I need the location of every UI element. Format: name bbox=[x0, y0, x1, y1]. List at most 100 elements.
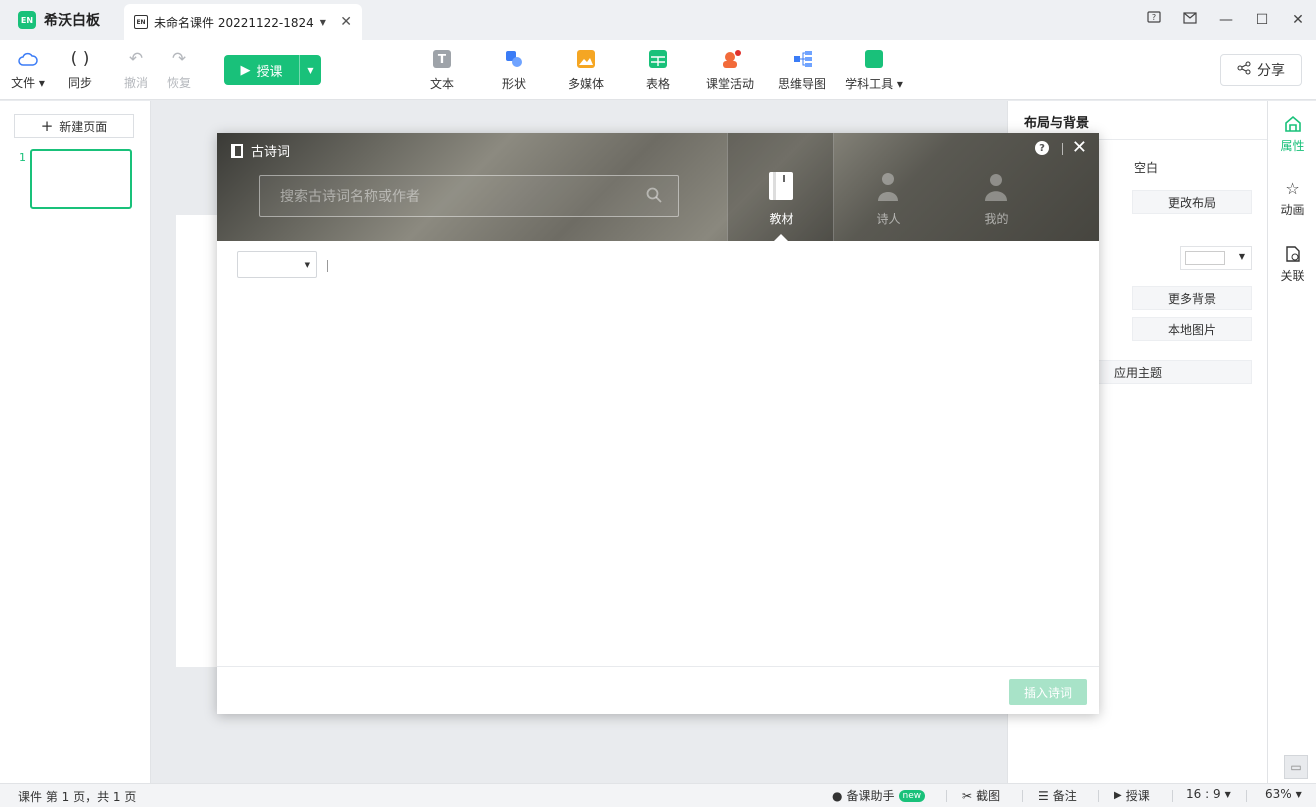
caret-down-icon: ▼ bbox=[1295, 789, 1302, 799]
tab-poets[interactable]: 诗人 bbox=[835, 133, 942, 241]
tab-link-label: 关联 bbox=[1280, 269, 1305, 283]
poetry-search-input[interactable] bbox=[280, 186, 620, 208]
tab-link[interactable]: 关联 bbox=[1268, 245, 1316, 284]
more-backgrounds-button[interactable]: 更多背景 bbox=[1132, 286, 1252, 310]
divider bbox=[327, 260, 328, 272]
search-icon[interactable] bbox=[646, 187, 662, 203]
caret-down-icon: ▼ bbox=[1224, 789, 1231, 799]
window-controls: ? — ☐ ✕ bbox=[1136, 0, 1316, 40]
tab-properties[interactable]: 属性 bbox=[1268, 115, 1316, 154]
tab-textbook-label: 教材 bbox=[769, 212, 794, 226]
side-tab-strip: 属性 ☆ 动画 关联 ▭ bbox=[1267, 101, 1316, 783]
activity-icon bbox=[721, 50, 741, 68]
page-info: 课件 第 1 页，共 1 页 bbox=[18, 790, 137, 804]
insert-media-button[interactable]: 多媒体 bbox=[554, 50, 618, 92]
toolbar: 文件 ▾ ( ) 同步 ↶ 撤消 ↷ 恢复 ▶ 授课 ▼ T 文本 形状 多媒体 … bbox=[0, 40, 1316, 100]
local-image-button[interactable]: 本地图片 bbox=[1132, 317, 1252, 341]
aspect-ratio-select[interactable]: 16 : 9 ▼ bbox=[1186, 787, 1231, 801]
properties-title: 布局与背景 bbox=[1024, 116, 1090, 131]
insert-activity-button[interactable]: 课堂活动 bbox=[698, 50, 762, 92]
mail-icon[interactable] bbox=[1172, 12, 1208, 28]
assistant-label: 备课助手 bbox=[846, 789, 895, 803]
sync-button[interactable]: ( ) 同步 bbox=[58, 48, 102, 91]
aspect-ratio-value: 16 : 9 bbox=[1186, 787, 1221, 801]
insert-mindmap-button[interactable]: 思维导图 bbox=[770, 50, 834, 92]
chat-icon[interactable]: ▭ bbox=[1284, 755, 1308, 779]
zoom-select[interactable]: 63% ▼ bbox=[1265, 787, 1302, 801]
share-button[interactable]: 分享 bbox=[1220, 54, 1302, 86]
insert-table-button[interactable]: 表格 bbox=[626, 50, 690, 92]
tab-textbook[interactable]: 教材 bbox=[727, 133, 834, 241]
app-name: 希沃白板 bbox=[44, 13, 100, 29]
share-label: 分享 bbox=[1257, 63, 1285, 79]
dialog-title: 古诗词 bbox=[251, 145, 291, 160]
close-tab-icon[interactable]: ✕ bbox=[340, 14, 352, 30]
lesson-assistant-button[interactable]: ● 备课助手 new bbox=[832, 787, 926, 804]
tab-mine[interactable]: 我的 bbox=[943, 133, 1050, 241]
user-icon bbox=[985, 174, 1007, 201]
teach-dropdown-icon[interactable]: ▼ bbox=[300, 55, 321, 85]
caret-down-icon: ▼ bbox=[1238, 252, 1245, 261]
robot-icon: ● bbox=[832, 788, 843, 803]
text-icon: T bbox=[433, 50, 451, 68]
page-thumbnail[interactable] bbox=[30, 149, 132, 209]
divider bbox=[1246, 790, 1247, 802]
grade-select[interactable]: ▼ bbox=[237, 251, 317, 278]
subject-tools-label: 学科工具 bbox=[845, 77, 894, 91]
cloud-icon bbox=[6, 48, 50, 70]
sync-icon: ( ) bbox=[70, 49, 90, 69]
play-icon: ▶ bbox=[1114, 790, 1122, 801]
star-icon: ☆ bbox=[1285, 179, 1300, 198]
notes-button[interactable]: ☰ 备注 bbox=[1038, 787, 1077, 804]
insert-shape-button[interactable]: 形状 bbox=[482, 50, 546, 92]
tab-animation[interactable]: ☆ 动画 bbox=[1268, 179, 1316, 218]
background-color-select[interactable]: ▼ bbox=[1180, 246, 1252, 270]
tab-animation-label: 动画 bbox=[1280, 203, 1305, 217]
dialog-footer: 插入诗词 bbox=[217, 666, 1099, 714]
screenshot-button[interactable]: ✂ 截图 bbox=[962, 787, 1000, 804]
caret-down-icon[interactable]: ▼ bbox=[320, 18, 326, 27]
statusbar-teach-button[interactable]: ▶ 授课 bbox=[1114, 787, 1150, 804]
change-layout-button[interactable]: 更改布局 bbox=[1132, 190, 1252, 214]
share-icon bbox=[1237, 61, 1251, 79]
screenshot-label: 截图 bbox=[976, 789, 1001, 803]
insert-table-label: 表格 bbox=[645, 77, 670, 91]
document-title: 未命名课件 20221122-1824 bbox=[154, 15, 314, 30]
undo-button[interactable]: ↶ 撤消 bbox=[114, 48, 158, 91]
new-page-label: 新建页面 bbox=[59, 119, 108, 134]
document-icon: EN bbox=[134, 15, 148, 29]
insert-media-label: 多媒体 bbox=[567, 77, 604, 91]
color-swatch bbox=[1185, 251, 1225, 265]
media-icon bbox=[577, 50, 595, 68]
redo-label: 恢复 bbox=[166, 76, 191, 90]
maximize-icon[interactable]: ☐ bbox=[1244, 12, 1280, 28]
app-tab[interactable]: EN 希沃白板 bbox=[8, 6, 110, 34]
divider bbox=[1098, 790, 1099, 802]
undo-label: 撤消 bbox=[123, 76, 148, 90]
insert-poem-button[interactable]: 插入诗词 bbox=[1009, 679, 1087, 705]
minimize-icon[interactable]: — bbox=[1208, 12, 1244, 28]
mindmap-icon bbox=[793, 50, 812, 68]
close-window-icon[interactable]: ✕ bbox=[1280, 12, 1316, 28]
insert-shape-label: 形状 bbox=[501, 77, 526, 91]
link-icon bbox=[1268, 245, 1316, 265]
book-icon bbox=[231, 143, 243, 158]
insert-activity-label: 课堂活动 bbox=[705, 77, 754, 91]
teach-button[interactable]: ▶ 授课 ▼ bbox=[224, 55, 321, 85]
subject-tools-button[interactable]: 学科工具 ▾ bbox=[842, 50, 906, 92]
insert-text-label: 文本 bbox=[429, 77, 454, 91]
document-tab[interactable]: EN 未命名课件 20221122-1824 ▼ ✕ bbox=[124, 4, 362, 40]
file-button[interactable]: 文件 ▾ bbox=[6, 48, 50, 91]
page-number: 1 bbox=[19, 151, 26, 164]
sync-label: 同步 bbox=[67, 76, 92, 90]
close-icon[interactable]: ✕ bbox=[1072, 137, 1087, 158]
help-icon[interactable]: ? bbox=[1136, 11, 1172, 29]
new-page-button[interactable]: + 新建页面 bbox=[14, 114, 134, 138]
insert-text-button[interactable]: T 文本 bbox=[410, 50, 474, 92]
textbook-icon bbox=[769, 172, 793, 200]
redo-button[interactable]: ↷ 恢复 bbox=[157, 48, 201, 91]
insert-mindmap-label: 思维导图 bbox=[777, 77, 826, 91]
poet-icon bbox=[878, 173, 898, 201]
tab-poets-label: 诗人 bbox=[876, 212, 901, 226]
subject-tools-icon bbox=[865, 50, 883, 68]
